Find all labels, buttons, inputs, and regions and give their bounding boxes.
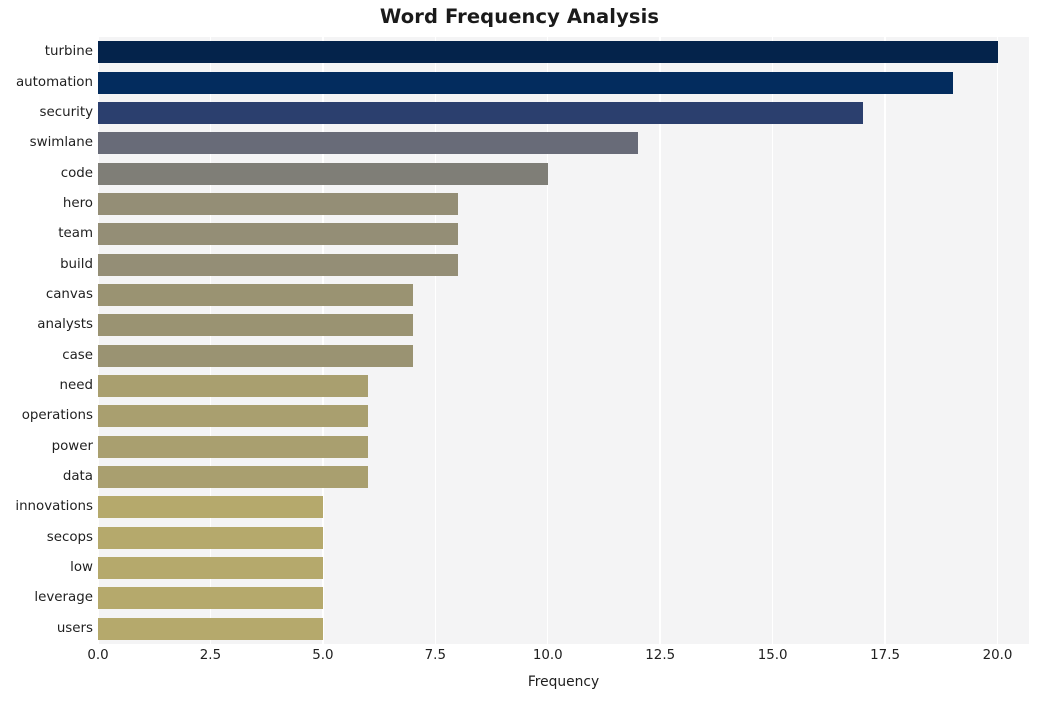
y-axis-tick-label: analysts: [37, 317, 93, 333]
bar: [98, 162, 548, 185]
bar: [98, 41, 998, 64]
y-axis-tick-label: innovations: [15, 499, 93, 515]
bar: [98, 132, 638, 155]
x-axis-title: Frequency: [527, 674, 600, 690]
y-axis-tick-label: leverage: [34, 590, 93, 606]
bar: [98, 344, 413, 367]
bar: [98, 314, 413, 337]
bar: [98, 526, 323, 549]
y-axis-tick-label: canvas: [45, 286, 93, 302]
y-axis-tick-label: code: [60, 165, 93, 181]
bar: [98, 617, 323, 640]
bar: [98, 405, 368, 428]
bar: [98, 435, 368, 458]
x-axis-tick-label: 10.0: [532, 648, 563, 663]
y-axis-tick-label: need: [59, 378, 93, 394]
y-axis-tick-label: swimlane: [29, 135, 93, 151]
x-axis-tick-label: 17.5: [870, 648, 900, 663]
y-axis-tick-label: operations: [21, 408, 93, 424]
bar: [98, 587, 323, 610]
y-axis-tick-label: turbine: [44, 44, 93, 60]
bar: [98, 192, 458, 215]
y-axis-tick-label: security: [39, 104, 93, 120]
bar: [98, 223, 458, 246]
bar: [98, 466, 368, 489]
x-axis-tick-label: 7.5: [424, 648, 446, 663]
y-axis-tick-label: users: [56, 620, 93, 636]
x-axis-tick-labels: 0.0 2.5 5.0 7.5 10.0 12.5 15.0 17.5 20.0: [0, 648, 1039, 670]
x-axis-tick-label: 12.5: [645, 648, 676, 663]
y-axis-tick-label: case: [62, 347, 93, 363]
chart-title: Word Frequency Analysis: [379, 5, 660, 28]
bar: [98, 557, 323, 580]
x-axis-tick-label: 20.0: [982, 648, 1013, 663]
y-axis-tick-label: data: [62, 469, 93, 485]
y-axis-tick-labels: turbine automation security swimlane code her…: [0, 37, 93, 644]
bar: [98, 101, 863, 124]
x-axis-tick-label: 15.0: [757, 648, 788, 663]
chart-figure: Word Frequency Analysis turbine automatio…: [0, 0, 1039, 701]
y-axis-tick-label: power: [51, 438, 93, 454]
bar: [98, 253, 458, 276]
y-axis-tick-label: build: [60, 256, 93, 272]
plot-area: [98, 37, 1029, 644]
y-axis-tick-label: automation: [15, 74, 93, 90]
bar: [98, 71, 953, 94]
y-axis-tick-label: team: [58, 226, 93, 242]
x-axis-tick-label: 2.5: [199, 648, 222, 663]
x-axis-tick-label: 5.0: [312, 648, 334, 663]
y-axis-tick-label: secops: [46, 529, 93, 545]
y-axis-tick-label: hero: [62, 195, 93, 211]
bar: [98, 283, 413, 306]
bar-series: [98, 37, 1029, 644]
x-axis-tick-label: 0.0: [87, 648, 109, 663]
bar: [98, 496, 323, 519]
y-axis-tick-label: low: [70, 560, 93, 576]
bar: [98, 375, 368, 398]
